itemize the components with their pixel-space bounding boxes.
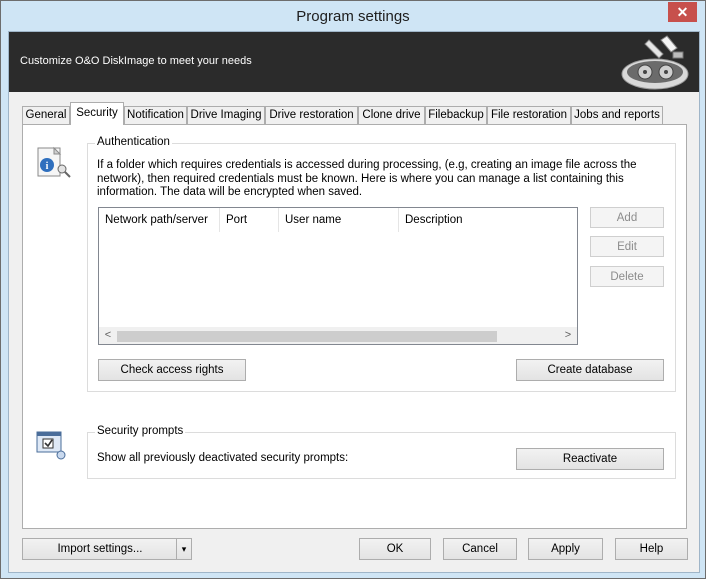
tab-security[interactable]: Security [70,102,124,125]
column-user-name[interactable]: User name [279,208,399,232]
column-network-path[interactable]: Network path/server [99,208,220,232]
header-banner: Customize O&O DiskImage to meet your nee… [9,32,699,92]
ok-button[interactable]: OK [359,538,431,560]
scrollbar-thumb[interactable] [117,331,497,342]
close-button[interactable]: ✕ [668,2,697,22]
dialog-footer: Import settings... ▾ OK Cancel Apply Hel… [9,529,699,572]
authentication-description: If a folder which requires credentials i… [97,159,637,198]
header-text: Customize O&O DiskImage to meet your nee… [20,55,252,67]
credentials-list[interactable]: Network path/server Port User name Descr… [98,207,578,345]
tab-file-restoration[interactable]: File restoration [487,106,571,124]
tab-drive-restoration[interactable]: Drive restoration [265,106,358,124]
tab-notification[interactable]: Notification [124,106,187,124]
tab-general[interactable]: General [22,106,70,124]
import-settings-button[interactable]: Import settings... ▾ [22,538,192,560]
tab-jobs-and-reports[interactable]: Jobs and reports [571,106,663,124]
authentication-group: Authentication If a folder which require… [87,136,676,392]
delete-button[interactable]: Delete [590,266,664,287]
create-database-button[interactable]: Create database [516,359,664,381]
tab-filebackup[interactable]: Filebackup [425,106,487,124]
tab-drive-imaging[interactable]: Drive Imaging [187,106,265,124]
horizontal-scrollbar[interactable]: < > [99,327,577,344]
add-button[interactable]: Add [590,207,664,228]
title-bar[interactable]: Program settings ✕ [1,1,705,31]
import-settings-label: Import settings... [57,543,143,555]
dialog-client-area: Customize O&O DiskImage to meet your nee… [8,31,700,573]
check-access-rights-button[interactable]: Check access rights [98,359,246,381]
disk-image-logo-icon [621,35,689,90]
tab-clone-drive[interactable]: Clone drive [358,106,425,124]
reactivate-label: Show all previously deactivated security… [97,452,349,464]
program-settings-window: Program settings ✕ Customize O&O DiskIma… [0,0,706,579]
security-tab-panel: i Authentication If a folder which requi… [22,124,687,529]
security-prompts-group: Security prompts Show all previously dea… [87,425,676,479]
window-title: Program settings [296,8,410,25]
edit-button[interactable]: Edit [590,236,664,257]
scroll-right-icon[interactable]: > [561,329,575,342]
svg-text:i: i [46,161,49,172]
dropdown-arrow-icon[interactable]: ▾ [176,539,191,559]
column-port[interactable]: Port [220,208,279,232]
security-prompt-icon [36,431,66,460]
scroll-left-icon[interactable]: < [101,329,115,342]
reactivate-button[interactable]: Reactivate [516,448,664,470]
cancel-button[interactable]: Cancel [443,538,517,560]
credentials-info-icon: i [37,146,71,178]
authentication-group-title: Authentication [95,136,172,148]
column-description[interactable]: Description [399,208,577,232]
help-button[interactable]: Help [615,538,688,560]
apply-button[interactable]: Apply [528,538,603,560]
security-prompts-group-title: Security prompts [95,425,186,437]
